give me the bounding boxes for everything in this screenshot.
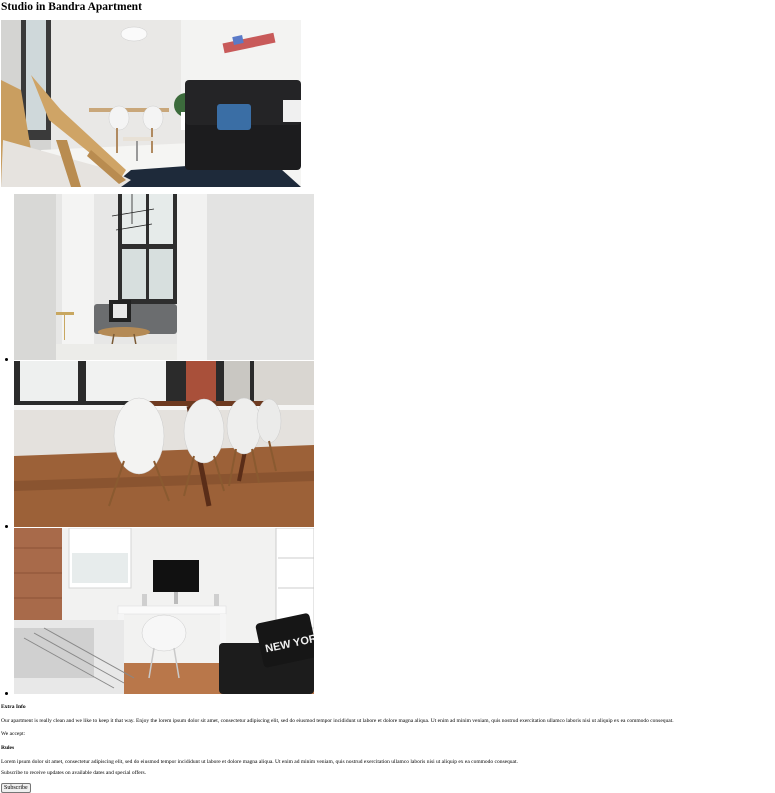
bullet	[5, 692, 8, 695]
thumbnail-list: NEW YORK	[0, 194, 314, 695]
list-item[interactable]	[0, 194, 314, 361]
thumbnail-photo[interactable]: NEW YORK	[14, 528, 314, 694]
subscribe-button[interactable]: Subscribe	[1, 783, 31, 793]
extra-info-text: Our apartment is really clean and we lik…	[1, 718, 674, 724]
rules-heading: Rules	[1, 745, 15, 751]
thumbnail-photo[interactable]	[14, 194, 314, 360]
page-title: Studio in Bandra Apartment	[1, 1, 142, 13]
extra-info-heading: Extra Info	[1, 704, 26, 710]
thumbnail-photo[interactable]	[14, 361, 314, 527]
subscribe-text: Subscribe to receive updates on availabl…	[1, 770, 146, 776]
hero-photo	[1, 20, 301, 187]
list-item[interactable]: NEW YORK	[0, 528, 314, 695]
rules-text: Lorem ipsum dolor sit amet, consectetur …	[1, 759, 518, 765]
payment-accept-label: We accept:	[1, 731, 26, 737]
list-item[interactable]	[0, 361, 314, 528]
